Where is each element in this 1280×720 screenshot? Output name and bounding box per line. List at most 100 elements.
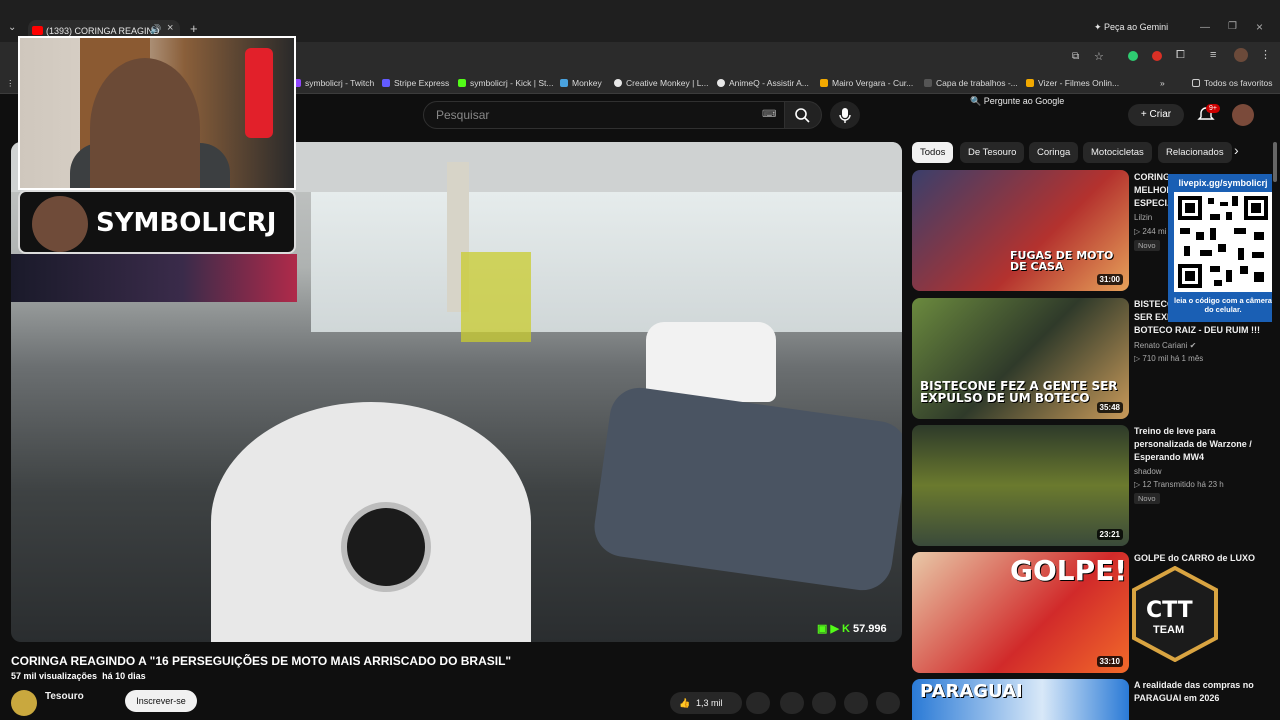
rec-duration-4: 33:10	[1096, 656, 1123, 667]
rec-badge-1: Novo	[1134, 240, 1160, 251]
qr-caption: leia o código com a câmera do celular.	[1174, 296, 1272, 314]
bookmark-capa[interactable]: Capa de trabalhos -...	[924, 78, 1018, 88]
chip-todos[interactable]: Todos	[912, 142, 954, 163]
tab-search-chevron-icon[interactable]: ⌄	[8, 22, 16, 33]
youtube-favicon-icon	[32, 26, 43, 35]
dislike-button[interactable]	[746, 692, 770, 714]
chip-relacionados[interactable]: Relacionados	[1158, 142, 1232, 163]
minimize-icon[interactable]: —	[1200, 22, 1210, 33]
rec-title-3[interactable]: Treino de leve para personalizada de War…	[1134, 425, 1264, 464]
doc-icon	[924, 79, 932, 87]
rec-title-4[interactable]: GOLPE do CARRO de LUXO	[1134, 552, 1264, 565]
window-close-icon[interactable]: ×	[1256, 20, 1263, 34]
profile-avatar[interactable]	[1234, 48, 1248, 62]
pergunte-google-button[interactable]: 🔍 Pergunte ao Google	[962, 92, 1072, 110]
gemini-button[interactable]: ✦ Peça ao Gemini	[1094, 22, 1168, 33]
folder-icon	[1192, 79, 1200, 87]
chrome-menu-icon[interactable]: ⋮	[1260, 48, 1271, 61]
notification-badge: 9+	[1206, 104, 1220, 113]
video-title: CORINGA REAGINDO A "16 PERSEGUIÇÕES DE M…	[11, 654, 512, 668]
tab-audio-icon[interactable]: 🔊	[150, 24, 161, 35]
rec-meta-3: ▷ 12 Transmitido há 23 h	[1134, 480, 1224, 489]
all-favorites[interactable]: Todos os favoritos	[1192, 78, 1273, 88]
new-tab-icon[interactable]: +	[190, 21, 198, 36]
rec-channel-2[interactable]: Renato Cariani ✔	[1134, 341, 1196, 350]
like-button[interactable]: 👍 1,3 mil	[670, 692, 742, 714]
search-placeholder: Pesquisar	[436, 108, 490, 122]
bookmark-creative-monkey[interactable]: Creative Monkey | L...	[614, 78, 709, 88]
account-avatar[interactable]	[1232, 104, 1254, 126]
bookmark-twitch[interactable]: symbolicrj - Twitch	[293, 78, 374, 88]
rec-thumbnail-5[interactable]: PARAGUAI	[912, 679, 1129, 720]
share-button[interactable]	[780, 692, 804, 714]
qr-url: livepix.gg/symbolicrj	[1178, 178, 1268, 188]
verified-icon: ✔	[1189, 341, 1197, 350]
rec-duration-2: 35:48	[1096, 402, 1123, 413]
bookmark-vizer[interactable]: Vizer - Filmes Onlin...	[1026, 78, 1119, 88]
rec-title-1[interactable]: CORINGA... MELHOR... ESPECI...	[1134, 171, 1168, 210]
rec-thumbnail-2[interactable]: BISTECONE FEZ A GENTE SER EXPULSO DE UM …	[912, 298, 1129, 419]
microphone-icon	[839, 108, 851, 123]
rec-thumbnail-3[interactable]: 23:21	[912, 425, 1129, 546]
rec-thumbnail-4[interactable]: GOLPE! 33:10	[912, 552, 1129, 673]
rec-channel-3[interactable]: shadow	[1134, 467, 1162, 476]
voice-search-button[interactable]	[830, 101, 860, 129]
streamer-cartoon-avatar	[32, 196, 88, 252]
globe-icon	[614, 79, 622, 87]
rec-duration-3: 23:21	[1096, 529, 1123, 540]
chip-coringa[interactable]: Coringa	[1029, 142, 1079, 163]
install-app-icon[interactable]: ⧉	[1072, 51, 1079, 62]
bookmark-mairo[interactable]: Mairo Vergara - Cur...	[820, 78, 913, 88]
bookmark-monkey[interactable]: Monkey	[560, 78, 602, 88]
search-icon	[795, 108, 810, 123]
rec-meta-1: ▷ 244 mi	[1134, 227, 1167, 236]
scrollbar-thumb[interactable]	[1273, 142, 1277, 182]
rec-thumb-text-4: GOLPE!	[1010, 554, 1128, 587]
bookmark-animeq[interactable]: AnimeQ - Assistir A...	[717, 78, 809, 88]
keyboard-icon[interactable]: ⌨	[762, 102, 776, 128]
create-button[interactable]: + Criar	[1128, 104, 1184, 126]
rec-thumbnail-1[interactable]: FUGAS DE MOTO DE CASA 31:00	[912, 170, 1129, 291]
streamer-nameplate: SYMBOLICRJ	[18, 190, 296, 254]
video-frame-arm	[590, 383, 902, 595]
kick-icon	[458, 79, 466, 87]
tab-close-icon[interactable]: ×	[167, 22, 173, 34]
rec-thumb-text-5: PARAGUAI	[920, 681, 1023, 702]
video-frame-pump	[461, 252, 531, 342]
gemini-label: Peça ao Gemini	[1104, 22, 1169, 32]
bookmark-kick[interactable]: symbolicrj - Kick | St...	[458, 78, 553, 88]
rec-channel-1[interactable]: Lilzin	[1134, 213, 1152, 222]
extension-green-icon[interactable]	[1128, 51, 1138, 61]
save-button[interactable]	[844, 692, 868, 714]
extensions-puzzle-icon[interactable]: ⧠	[1176, 49, 1185, 62]
monkey-icon	[560, 79, 568, 87]
search-input[interactable]: Pesquisar ⌨	[423, 101, 785, 129]
kick-viewer-counter: ▣ ▶ K 57.996	[817, 622, 887, 635]
restore-icon[interactable]: ❐	[1228, 21, 1237, 32]
chip-motocicletas[interactable]: Motocicletas	[1083, 142, 1152, 163]
bookmark-stripe[interactable]: Stripe Express	[382, 78, 449, 88]
kick-viewers: 57.996	[852, 623, 887, 635]
rec-title-5[interactable]: A realidade das compras no PARAGUAI em 2…	[1134, 679, 1264, 705]
bookmark-star-icon[interactable]: ☆	[1094, 50, 1104, 63]
chips-next-chevron-icon[interactable]: ›	[1234, 142, 1239, 158]
rec-duration-1: 31:00	[1096, 274, 1123, 285]
subscribe-button[interactable]: Inscrever-se	[125, 690, 197, 712]
tab-title: (1393) CORINGA REAGIND	[46, 26, 160, 36]
scrollbar-track[interactable]	[1272, 130, 1278, 720]
more-actions-button[interactable]	[876, 692, 900, 714]
livepix-qr-overlay: livepix.gg/symbolicrj leia o código com …	[1168, 174, 1278, 322]
kick-icon: ▣ ▶ K	[817, 623, 850, 635]
video-frame-tank-cap	[341, 502, 431, 592]
channel-name[interactable]: Tesouro	[45, 691, 84, 702]
clip-button[interactable]	[812, 692, 836, 714]
chip-de-tesouro[interactable]: De Tesouro	[960, 142, 1025, 163]
search-button[interactable]	[784, 101, 822, 129]
media-control-icon[interactable]: ≡	[1210, 49, 1216, 61]
extension-red-icon[interactable]	[1152, 51, 1162, 61]
rec-meta-2: ▷ 710 mil há 1 mês	[1134, 354, 1204, 363]
bookmarks-overflow-icon[interactable]: »	[1160, 78, 1165, 88]
vizer-icon	[1026, 79, 1034, 87]
like-count: 1,3 mil	[696, 698, 723, 708]
channel-avatar[interactable]	[11, 690, 37, 716]
